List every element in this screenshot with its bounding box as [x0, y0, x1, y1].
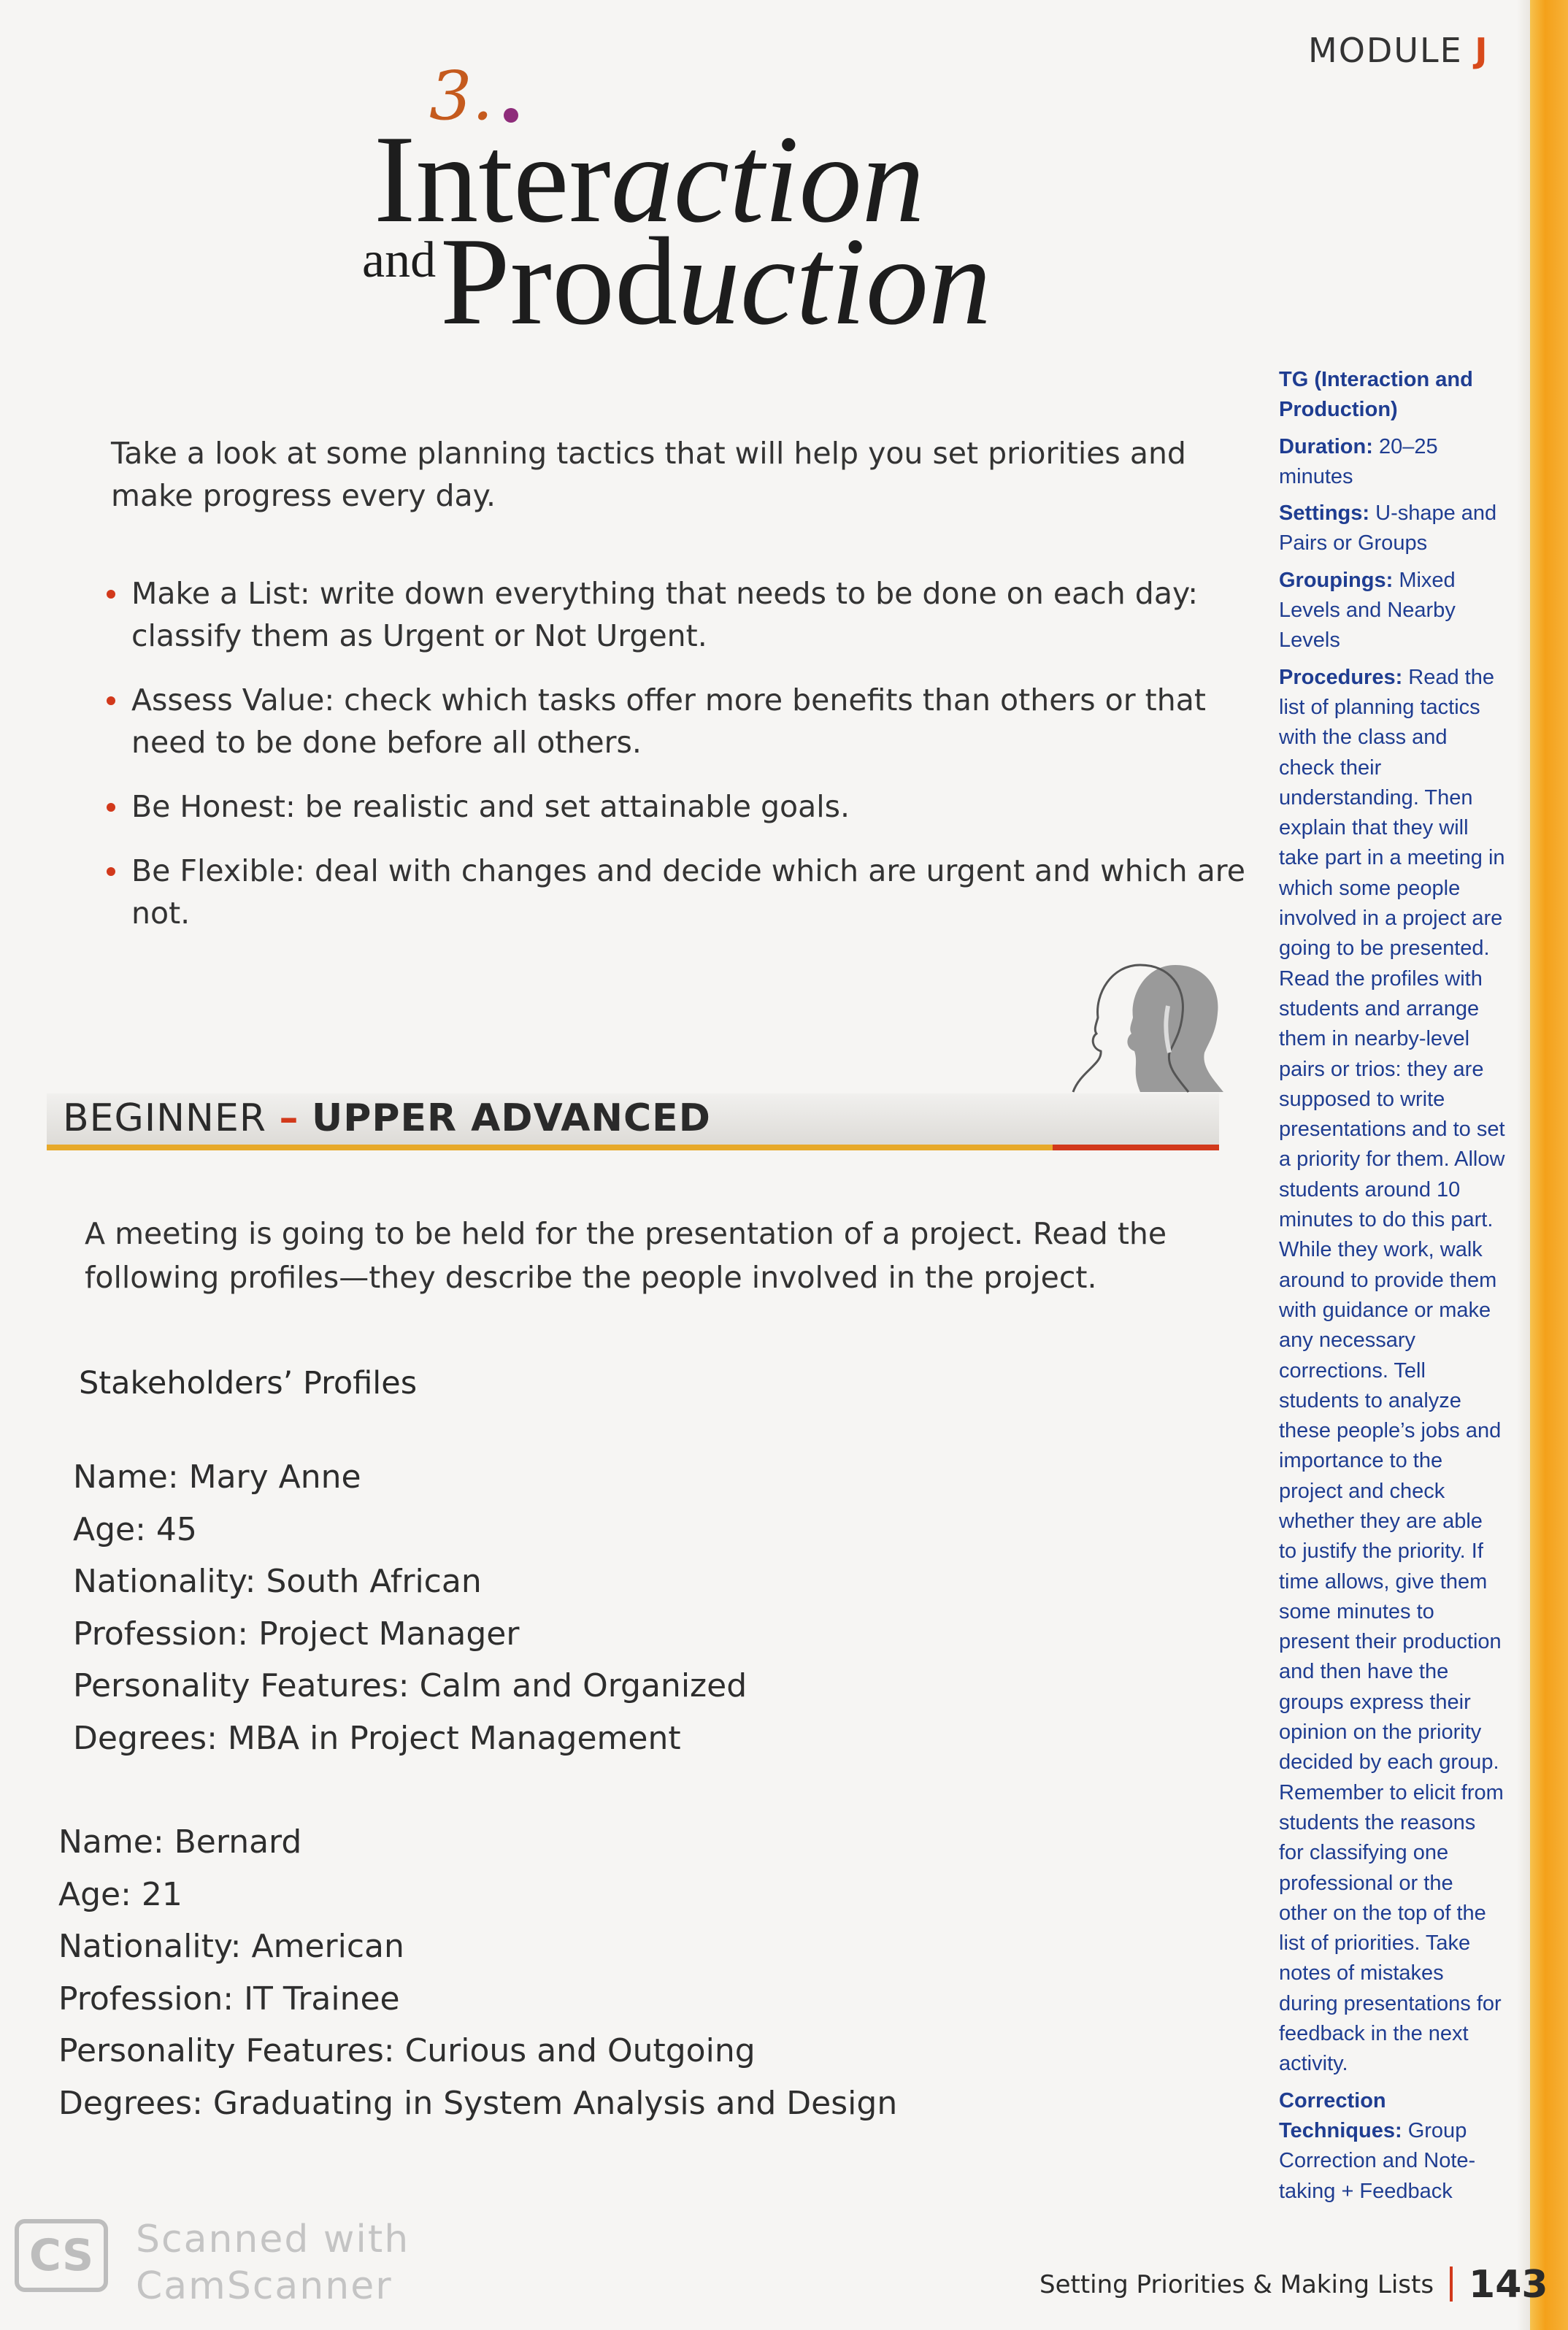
level-end: UPPER ADVANCED — [312, 1096, 711, 1140]
module-letter: J — [1475, 31, 1489, 70]
tg-groupings: Groupings: Mixed Levels and Nearby Level… — [1279, 568, 1456, 653]
profile-row-degrees: Degrees: MBA in Project Management — [73, 1719, 681, 1757]
profile-row-profession: Profession: Project Manager — [73, 1615, 520, 1653]
title-and: and — [362, 232, 437, 288]
level-dash: – — [279, 1096, 299, 1140]
list-item: Be Flexible: deal with changes and decid… — [102, 850, 1256, 934]
tactics-list: Make a List: write down everything that … — [102, 572, 1256, 956]
profile-row-nationality: Nationality: South African — [73, 1563, 482, 1600]
footer-section-title: Setting Priorities & Making Lists — [1039, 2270, 1434, 2299]
camscanner-logo-icon: CS — [15, 2219, 108, 2292]
banner-underline-accent — [1053, 1145, 1219, 1150]
two-heads-icon — [1072, 964, 1223, 1093]
tg-title: TG (Interaction and Production) — [1279, 368, 1473, 422]
watermark-line2: CamScanner — [136, 2264, 393, 2308]
profile-row-profession: Profession: IT Trainee — [58, 1980, 400, 2018]
tg-settings: Settings: U-shape and Pairs or Groups — [1279, 501, 1497, 555]
tg-duration: Duration: 20–25 minutes — [1279, 434, 1438, 488]
teacher-guide-sidebar: TG (Interaction and Production) Duration… — [1279, 365, 1505, 2213]
level-label: BEGINNER – UPPER ADVANCED — [63, 1096, 711, 1140]
profile-row-nationality: Nationality: American — [58, 1928, 404, 1965]
profile-row-personality: Personality Features: Curious and Outgoi… — [58, 2032, 756, 2069]
profile-row-age: Age: 21 — [58, 1875, 182, 1913]
title-italic-2: uction — [677, 212, 991, 351]
orange-edge-strip — [1530, 0, 1568, 2330]
tg-procedures: Procedures: Read the list of planning ta… — [1279, 665, 1505, 2076]
stakeholders-heading: Stakeholders’ Profiles — [79, 1365, 418, 1402]
profile-card: Name: Mary Anne Age: 45 Nationality: Sou… — [73, 1451, 747, 1764]
profile-row-name: Name: Bernard — [58, 1823, 302, 1861]
list-item: Make a List: write down everything that … — [102, 572, 1256, 657]
list-item: Be Honest: be realistic and set attainab… — [102, 785, 1256, 828]
banner-underline — [47, 1145, 1219, 1150]
page-edge-shadow — [1517, 0, 1530, 2330]
profile-row-degrees: Degrees: Graduating in System Analysis a… — [58, 2084, 898, 2122]
footer-divider — [1450, 2266, 1453, 2302]
module-label-text: MODULE — [1308, 31, 1463, 70]
module-label: MODULE J — [1308, 31, 1488, 70]
meeting-paragraph: A meeting is going to be held for the pr… — [85, 1216, 1167, 1295]
list-item: Assess Value: check which tasks offer mo… — [102, 679, 1256, 764]
scanner-watermark: Scanned with CamScanner — [136, 2216, 410, 2310]
profile-row-personality: Personality Features: Calm and Organized — [73, 1667, 748, 1704]
profile-card: Name: Bernard Age: 21 Nationality: Ameri… — [58, 1816, 897, 2129]
tg-correction: Correction Techniques: Group Correction … — [1279, 2088, 1476, 2203]
page-title-line2: andProduction — [362, 219, 991, 345]
title-plain-2: Prod — [440, 212, 678, 351]
page-number: 143 — [1469, 2263, 1548, 2307]
intro-paragraph: Take a look at some planning tactics tha… — [111, 436, 1186, 513]
watermark-line1: Scanned with — [136, 2218, 410, 2261]
profile-row-name: Name: Mary Anne — [73, 1458, 361, 1496]
page-footer: Setting Priorities & Making Lists 143 — [1039, 2263, 1548, 2307]
profile-row-age: Age: 45 — [73, 1510, 197, 1548]
level-start: BEGINNER — [63, 1096, 266, 1140]
